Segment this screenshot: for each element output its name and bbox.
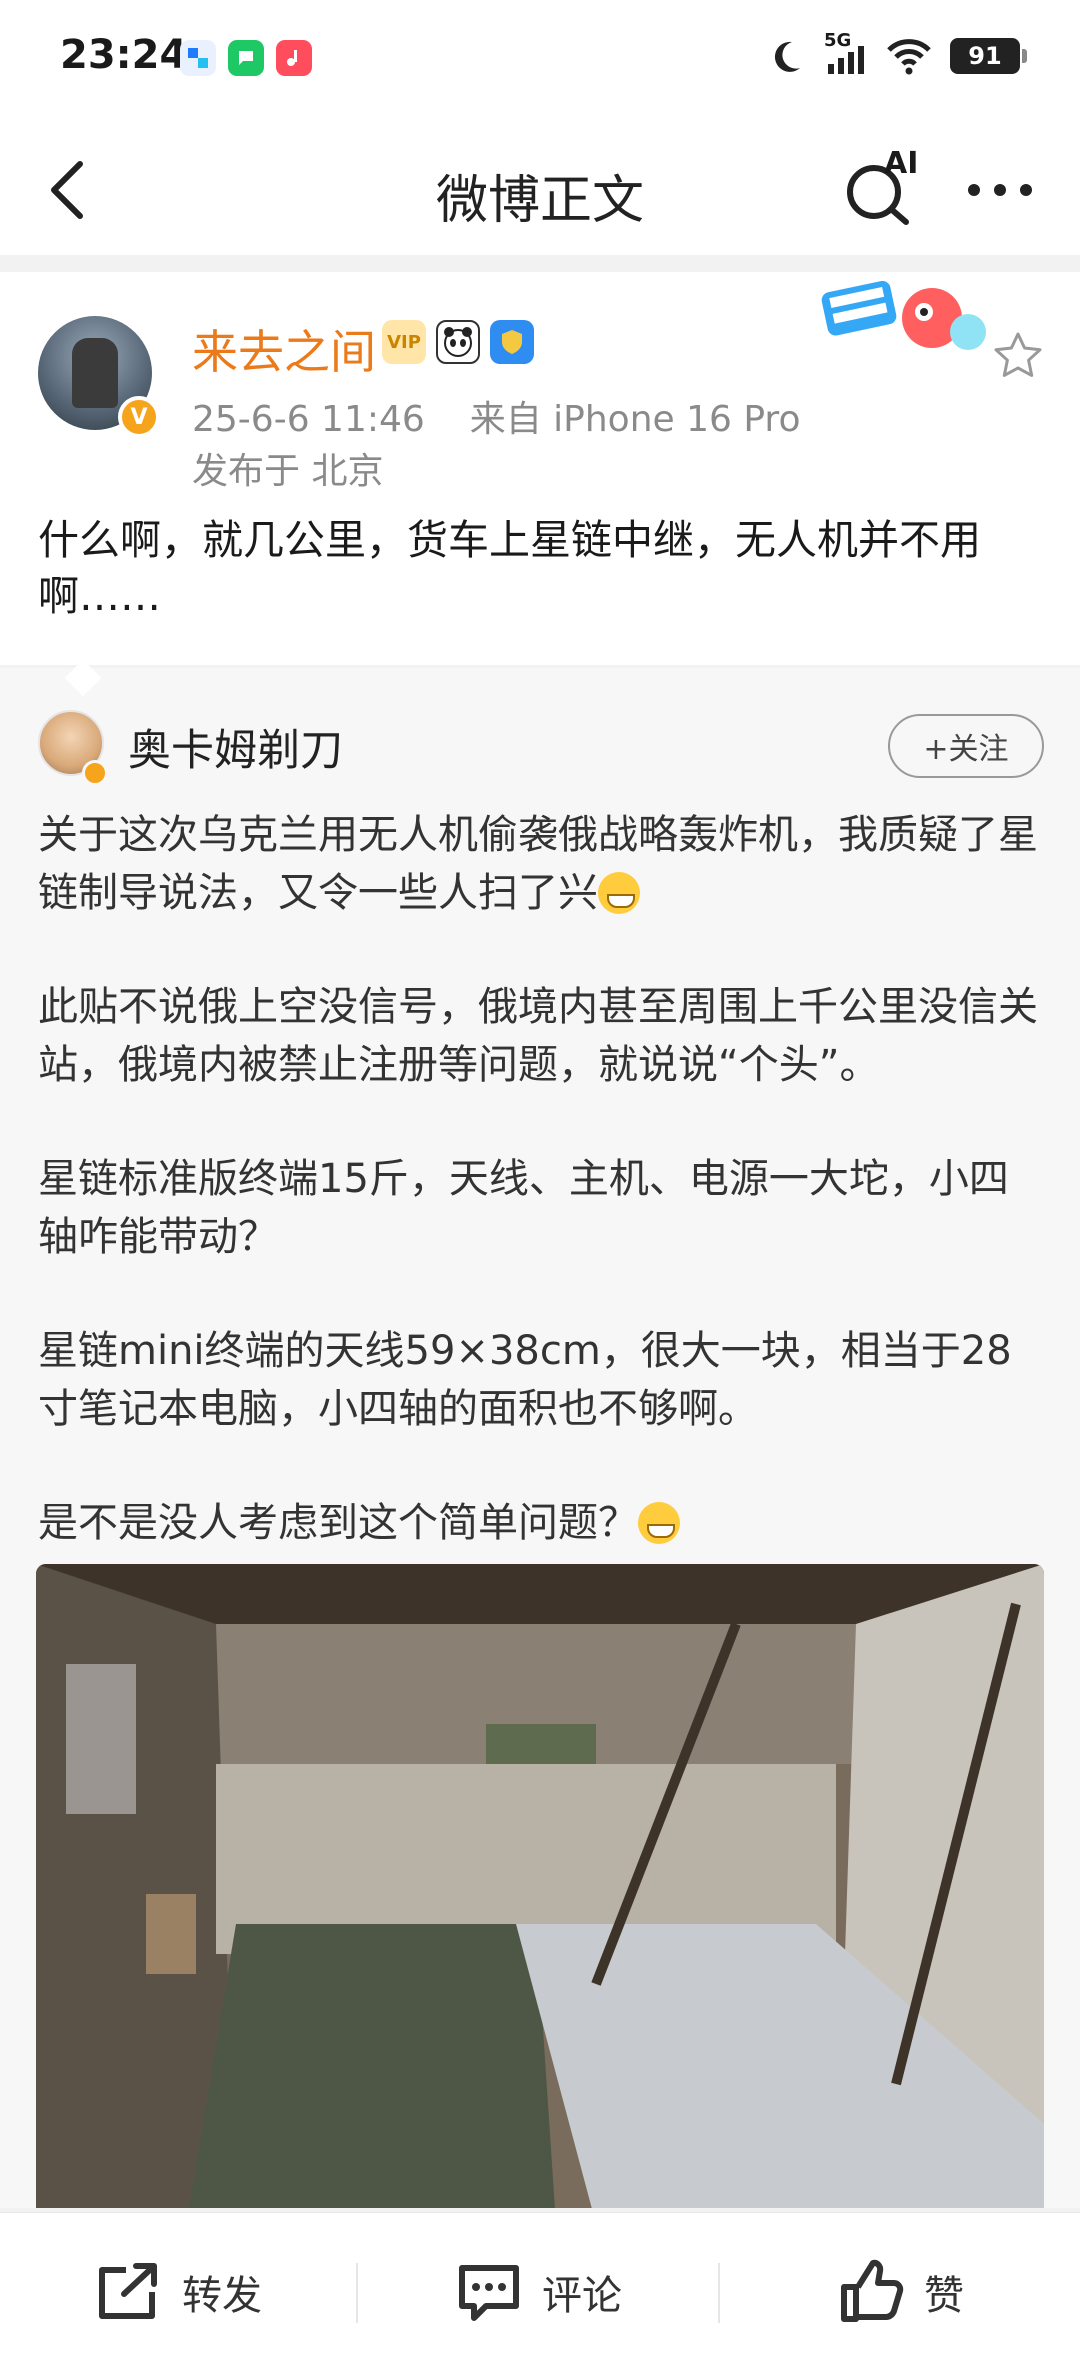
- quoted-paragraph: 此贴不说俄上空没信号，俄境内甚至周围上千公里没信关站，俄境内被禁止注册等问题，就…: [38, 984, 1038, 1088]
- wifi-icon: [887, 39, 931, 75]
- quoted-post-card[interactable]: 奥卡姆剃刀 +关注 关于这次乌克兰用无人机偷袭俄战略轰炸机，我质疑了星链制导说法…: [0, 668, 1080, 2208]
- post-source: 来自 iPhone 16 Pro: [469, 399, 801, 440]
- quoted-verified-icon: [82, 760, 108, 786]
- more-icon[interactable]: [960, 160, 1040, 220]
- repost-icon: [99, 2263, 157, 2319]
- top-nav: 微博正文 AI: [0, 120, 1080, 255]
- post-username[interactable]: 来去之间: [192, 316, 376, 382]
- app-notification-icon: [180, 40, 216, 76]
- repost-button[interactable]: 转发: [96, 2257, 262, 2327]
- quoted-username[interactable]: 奥卡姆剃刀: [128, 716, 343, 778]
- quoted-paragraph: 是不是没人考虑到这个简单问题？: [38, 1494, 1048, 1552]
- quoted-paragraph: 关于这次乌克兰用无人机偷袭俄战略轰炸机，我质疑了星链制导说法，又令一些人扫了兴: [38, 812, 1038, 916]
- follow-button[interactable]: +关注: [888, 714, 1044, 778]
- ai-label: AI: [884, 146, 919, 181]
- post-text: 什么啊，就几公里，货车上星链中继，无人机并不用啊……: [38, 516, 981, 620]
- status-bar: 23:24 5G 91: [0, 0, 1080, 120]
- comment-label: 评论: [542, 2273, 622, 2319]
- like-label: 赞: [924, 2273, 964, 2319]
- bottom-action-bar: 转发 评论 赞: [0, 2212, 1080, 2376]
- status-time: 23:24: [60, 32, 188, 78]
- battery-indicator: 91: [950, 38, 1027, 74]
- signal-icon: 5G: [824, 30, 868, 76]
- grin-emoji-icon: [638, 1502, 680, 1544]
- post-timestamp: 25-6-6 11:46: [192, 399, 425, 440]
- panda-badge-icon: [436, 320, 480, 364]
- ai-search-button[interactable]: AI: [840, 146, 920, 228]
- action-divider: [356, 2263, 358, 2323]
- vip-badge-icon: VIP: [382, 320, 426, 364]
- like-button[interactable]: 赞: [838, 2257, 964, 2327]
- post-photo[interactable]: [36, 1564, 1044, 2208]
- action-divider: [718, 2263, 720, 2323]
- festival-promo-icon[interactable]: [820, 276, 1000, 366]
- user-badges: VIP: [382, 320, 534, 364]
- network-type: 5G: [824, 30, 852, 51]
- repost-label: 转发: [182, 2273, 262, 2319]
- favorite-star-icon[interactable]: [990, 328, 1046, 384]
- post-card: V 来去之间 VIP 25-6-6 11:46 来自 iPhone 16 Pro…: [0, 272, 1080, 665]
- thumbs-up-icon: [841, 2259, 904, 2322]
- post-meta: 25-6-6 11:46 来自 iPhone 16 Pro: [192, 390, 800, 442]
- chat-app-icon: [228, 40, 264, 76]
- comment-button[interactable]: 评论: [456, 2257, 622, 2327]
- music-app-icon: [276, 40, 312, 76]
- quoted-paragraph: 星链标准版终端15斤，天线、主机、电源一大坨，小四轴咋能带动？: [38, 1156, 1009, 1260]
- quoted-body: 关于这次乌克兰用无人机偷袭俄战略轰炸机，我质疑了星链制导说法，又令一些人扫了兴 …: [38, 806, 1048, 1608]
- quoted-paragraph: 星链mini终端的天线59×38cm，很大一块，相当于28寸笔记本电脑，小四轴的…: [38, 1328, 1012, 1432]
- post-location: 发布于 北京: [192, 451, 384, 492]
- shield-badge-icon: [490, 320, 534, 364]
- comment-icon: [459, 2265, 519, 2321]
- moon-icon: [774, 41, 800, 72]
- grin-emoji-icon: [598, 872, 640, 914]
- status-indicators: 5G 91: [766, 30, 1027, 76]
- status-app-icons: [180, 40, 312, 76]
- verified-badge-icon: V: [118, 396, 160, 438]
